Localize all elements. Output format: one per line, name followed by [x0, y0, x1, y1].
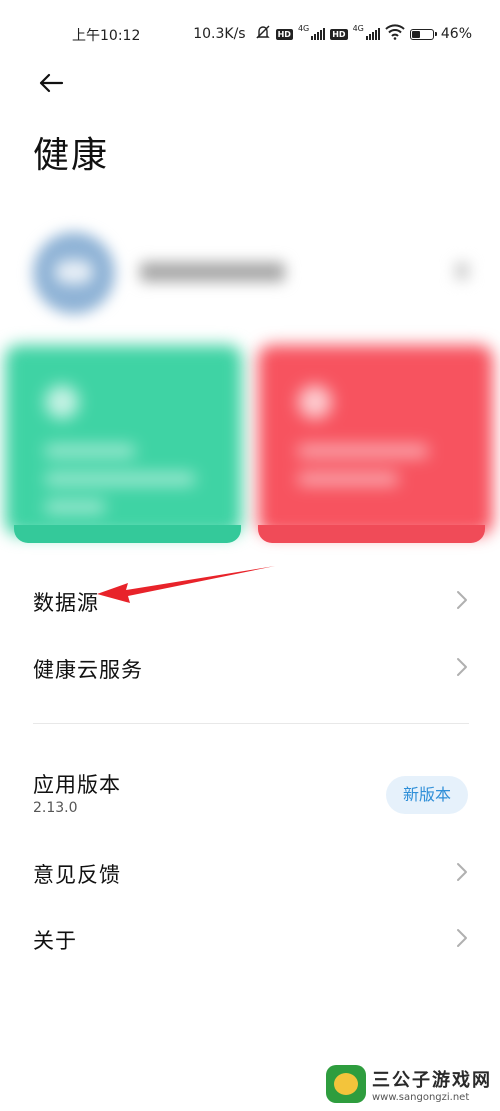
network-speed: 10.3K/s [193, 26, 246, 42]
signal-icon-2 [365, 28, 380, 40]
vibrate-mute-icon [255, 24, 271, 44]
watermark-logo [326, 1065, 366, 1103]
divider [33, 723, 469, 724]
profile-name-blurred [140, 262, 285, 282]
card-icon [45, 385, 79, 419]
menu-item-label: 数据源 [33, 591, 99, 615]
chevron-right-icon [457, 929, 467, 947]
card-icon [298, 385, 332, 419]
status-bar: 上午10:12 10.3K/s HD 4G HD 4G 46% [0, 0, 500, 70]
lte-label-2: 4G [352, 23, 364, 33]
health-card-red[interactable] [258, 345, 493, 535]
health-card-green[interactable] [5, 345, 242, 535]
menu-item-label: 健康云服务 [33, 658, 143, 682]
battery-icon [409, 28, 437, 40]
card-edge [14, 525, 241, 543]
menu-item-feedback[interactable]: 意见反馈 [0, 842, 500, 902]
status-time: 上午10:12 [72, 28, 141, 44]
hd-badge: HD [275, 28, 293, 40]
status-icons: 10.3K/s HD 4G HD 4G 46% [193, 22, 472, 46]
chevron-right-icon [457, 658, 467, 676]
signal-icon [311, 28, 326, 40]
back-button[interactable] [36, 68, 66, 98]
chevron-right-icon [457, 863, 467, 881]
hd-badge-2: HD [330, 28, 348, 40]
watermark-title: 三公子游戏网 [372, 1069, 492, 1091]
card-edge [258, 525, 485, 543]
chevron-right-icon [455, 262, 469, 280]
page-title: 健康 [33, 135, 110, 176]
lte-label: 4G [297, 23, 310, 33]
app-version-label: 应用版本 [33, 773, 121, 797]
watermark: 三公子游戏网 www.sangongzi.net [326, 1065, 492, 1103]
menu-item-health-cloud[interactable]: 健康云服务 [0, 637, 500, 697]
chevron-right-icon [457, 591, 467, 609]
wifi-icon [385, 24, 405, 44]
app-version-value: 2.13.0 [33, 800, 78, 816]
avatar [33, 232, 115, 314]
menu-item-about[interactable]: 关于 [0, 908, 500, 968]
profile-card[interactable] [25, 222, 495, 322]
menu-item-data-source[interactable]: 数据源 [0, 570, 500, 630]
arrow-left-icon [39, 73, 64, 93]
battery-percent: 46% [440, 26, 472, 42]
menu-item-label: 关于 [33, 929, 77, 953]
menu-item-label: 意见反馈 [33, 863, 121, 887]
watermark-url: www.sangongzi.net [372, 1091, 470, 1103]
new-version-button[interactable]: 新版本 [386, 776, 468, 814]
